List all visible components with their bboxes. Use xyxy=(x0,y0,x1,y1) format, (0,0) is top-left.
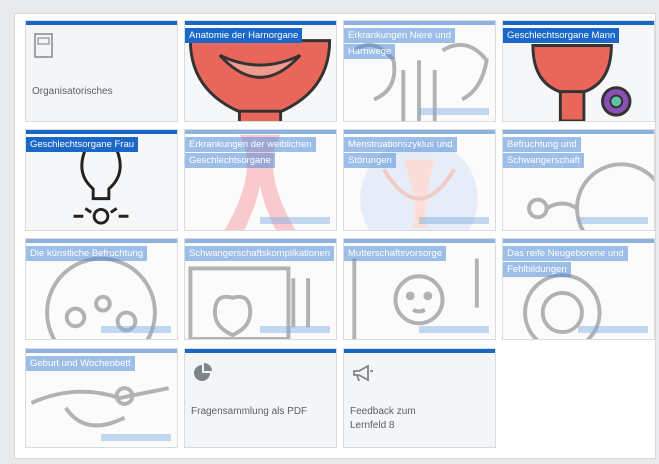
tile-menstruationszyklus[interactable]: Menstruationszyklus und Störungen xyxy=(343,129,496,231)
tile-accent-bar xyxy=(503,21,654,25)
tile-caption xyxy=(419,108,489,115)
course-tile-grid: Organisatorisches Anatomie der Harnorgan… xyxy=(14,13,656,459)
tile-accent-bar xyxy=(344,239,495,243)
tile-geschlechtsorgane-frau[interactable]: Geschlechtsorgane Frau xyxy=(25,129,178,231)
tile-accent-bar xyxy=(185,349,336,353)
tile-label: Das reife Neugeborene und Fehlbildungen xyxy=(503,246,653,278)
tile-label: Geschlechtsorgane Mann xyxy=(503,28,620,44)
tile-accent-bar xyxy=(26,349,177,353)
tile-fragensammlung-pdf[interactable]: Fragensammlung als PDF xyxy=(184,348,337,448)
tile-accent-bar xyxy=(344,349,495,353)
pie-chart-icon xyxy=(194,363,212,381)
tile-accent-bar xyxy=(185,21,336,25)
tile-caption xyxy=(101,326,171,333)
tile-accent-bar xyxy=(185,130,336,134)
tile-accent-bar xyxy=(26,239,177,243)
tile-accent-bar xyxy=(26,130,177,134)
tile-mutterschaftsvorsorge[interactable]: Mutterschaftsvorsorge xyxy=(343,238,496,340)
tile-label: Erkrankungen Niere und Harnwege xyxy=(344,28,494,60)
tile-caption xyxy=(578,326,648,333)
tile-accent-bar xyxy=(26,21,177,25)
tile-label: Schwangerschaftskomplikationen xyxy=(185,246,334,262)
tile-label: Organisatorisches xyxy=(32,86,113,97)
tile-erkrankungen-niere[interactable]: Erkrankungen Niere und Harnwege xyxy=(343,20,496,122)
tile-caption xyxy=(419,217,489,224)
tile-caption xyxy=(101,434,171,441)
tile-geburt-wochenbett[interactable]: Geburt und Wochenbett xyxy=(25,348,178,448)
tile-label: Feedback zum Lernfeld 8 xyxy=(350,406,416,431)
tile-kuenstliche-befruchtung[interactable]: Die künstliche Befruchtung xyxy=(25,238,178,340)
document-icon xyxy=(34,33,53,58)
megaphone-icon xyxy=(353,364,373,382)
tile-erkrankungen-weiblich[interactable]: Erkrankungen der weiblichen Geschlechtso… xyxy=(184,129,337,231)
tile-befruchtung[interactable]: Befruchtung und Schwangerschaft xyxy=(502,129,655,231)
tile-accent-bar xyxy=(344,21,495,25)
tile-label: Befruchtung und Schwangerschaft xyxy=(503,137,653,169)
tile-label: Die künstliche Befruchtung xyxy=(26,246,148,262)
tile-schwangerschaftskomplikationen[interactable]: Schwangerschaftskomplikationen xyxy=(184,238,337,340)
tile-anatomie-harnorgane[interactable]: Anatomie der Harnorgane xyxy=(184,20,337,122)
tile-accent-bar xyxy=(344,130,495,134)
tile-label: Anatomie der Harnorgane xyxy=(185,28,303,44)
tile-caption xyxy=(260,326,330,333)
tile-feedback-lernfeld[interactable]: Feedback zum Lernfeld 8 xyxy=(343,348,496,448)
tile-caption xyxy=(260,217,330,224)
tile-label: Geburt und Wochenbett xyxy=(26,356,135,372)
tile-label: Geschlechtsorgane Frau xyxy=(26,137,139,153)
tile-label: Erkrankungen der weiblichen Geschlechtso… xyxy=(185,137,335,169)
tile-label: Mutterschaftsvorsorge xyxy=(344,246,446,262)
tile-label: Fragensammlung als PDF xyxy=(191,406,308,417)
tile-caption xyxy=(578,217,648,224)
tile-accent-bar xyxy=(503,130,654,134)
tile-accent-bar xyxy=(503,239,654,243)
tile-organisatorisches[interactable]: Organisatorisches xyxy=(25,20,178,122)
tile-reife-neugeborene[interactable]: Das reife Neugeborene und Fehlbildungen xyxy=(502,238,655,340)
tile-label: Menstruationszyklus und Störungen xyxy=(344,137,494,169)
tile-accent-bar xyxy=(185,239,336,243)
tile-geschlechtsorgane-mann[interactable]: Geschlechtsorgane Mann xyxy=(502,20,655,122)
tile-caption xyxy=(419,326,489,333)
